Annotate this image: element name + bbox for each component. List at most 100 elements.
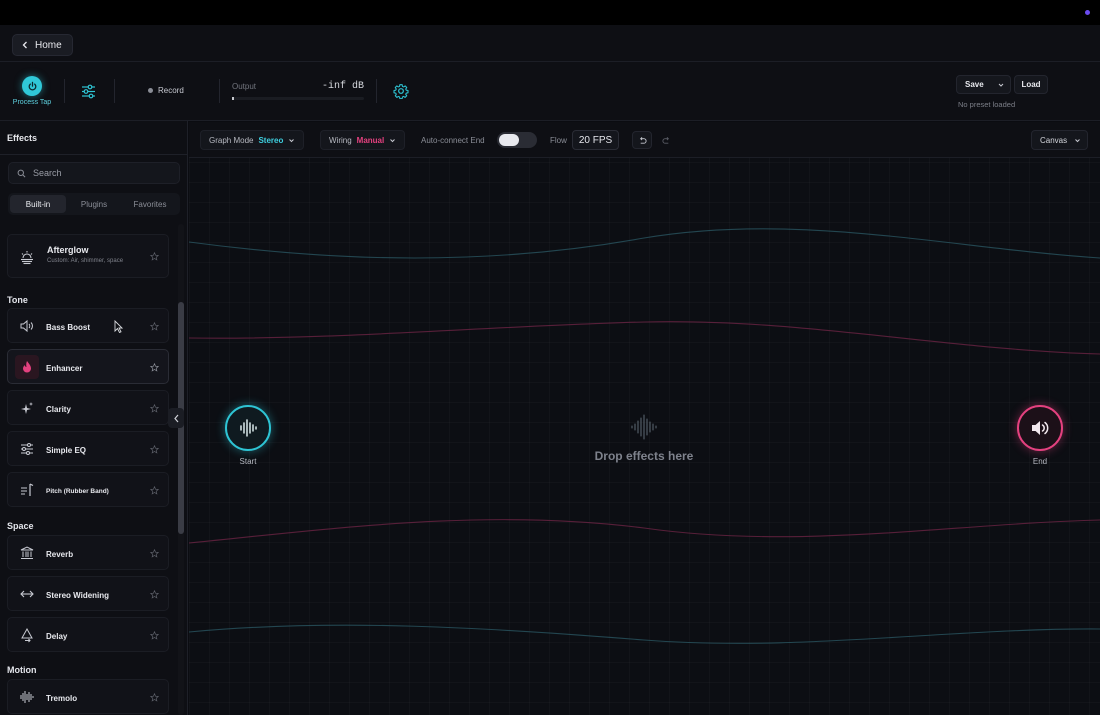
power-button[interactable] [22, 76, 42, 96]
collapse-sidebar-button[interactable] [168, 408, 184, 428]
drop-zone[interactable]: Drop effects here [569, 414, 719, 463]
star-icon[interactable] [150, 322, 159, 331]
status-dot [1085, 10, 1090, 15]
app-window: Home Process Tap Record Output -inf dB S… [0, 0, 1100, 715]
hall-icon [15, 541, 39, 565]
effect-card-delay[interactable]: Delay [7, 617, 169, 652]
pitch-icon [15, 478, 39, 502]
effect-card-reverb[interactable]: Reverb [7, 535, 169, 570]
wiring-label: Wiring [329, 135, 352, 145]
divider [376, 79, 377, 103]
star-icon[interactable] [150, 693, 159, 702]
redo-button[interactable] [656, 131, 676, 149]
record-dot-icon [148, 88, 153, 93]
effect-name: Tremolo [46, 694, 78, 703]
star-icon[interactable] [150, 631, 159, 640]
start-node-label: Start [239, 457, 257, 466]
mouse-cursor-icon [114, 320, 123, 333]
tab-plugins[interactable]: Plugins [66, 195, 122, 213]
record-button[interactable]: Record [148, 86, 184, 95]
eq-sliders-icon [15, 437, 39, 461]
toolbar: Process Tap Record Output -inf dB Save L… [0, 62, 1100, 121]
view-mode-label: Canvas [1040, 135, 1068, 145]
chevron-left-icon [22, 41, 27, 49]
save-button[interactable]: Save [956, 75, 1011, 94]
section-title-motion: Motion [7, 665, 37, 675]
section-title-space: Space [7, 521, 34, 531]
chevron-down-icon[interactable] [998, 82, 1004, 88]
search-box[interactable] [8, 162, 180, 184]
preset-buttons: Save Load [956, 75, 1048, 94]
wiring-value: Manual [356, 135, 385, 145]
arrows-horizontal-icon [15, 582, 39, 606]
auto-connect-label: Auto-connect End [421, 136, 485, 145]
star-icon[interactable] [150, 590, 159, 599]
sidebar-scrollbar[interactable] [178, 224, 184, 715]
effect-card-pitch[interactable]: Pitch (Rubber Band) [7, 472, 169, 507]
output-label: Output [232, 82, 257, 91]
tab-built-in[interactable]: Built-in [10, 195, 66, 213]
graph-canvas[interactable]: Graph Mode Stereo Wiring Manual Auto-con… [189, 122, 1100, 715]
effect-name: Enhancer [46, 364, 83, 373]
power-icon [28, 81, 36, 90]
star-icon[interactable] [150, 486, 159, 495]
toggle-knob [499, 134, 519, 146]
drop-hint: Drop effects here [594, 449, 694, 463]
end-node-circle[interactable] [1017, 405, 1063, 451]
effect-name: Bass Boost [46, 323, 91, 332]
load-label: Load [1021, 80, 1041, 89]
flow-fps-input[interactable]: 20 FPS [572, 130, 619, 150]
waveform-icon [631, 414, 657, 440]
chevron-down-icon [1075, 138, 1080, 142]
preset-status: No preset loaded [958, 100, 1016, 109]
graph-mode-value: Stereo [258, 135, 284, 145]
star-icon[interactable] [150, 363, 159, 372]
chevron-down-icon [390, 138, 396, 142]
mixer-sliders-icon[interactable] [80, 83, 97, 100]
output-meter-fill [232, 97, 234, 100]
home-button[interactable]: Home [12, 34, 73, 56]
effect-card-enhancer[interactable]: Enhancer [7, 349, 169, 384]
graph-mode-dropdown[interactable]: Graph Mode Stereo [200, 130, 305, 150]
output-meter-panel: Output -inf dB [232, 81, 366, 103]
effect-name: Simple EQ [46, 446, 87, 455]
waveform-icon [15, 685, 39, 709]
effect-card-stereo-widening[interactable]: Stereo Widening [7, 576, 169, 611]
start-node-circle[interactable] [225, 405, 271, 451]
effect-card-simple-eq[interactable]: Simple EQ [7, 431, 169, 466]
graph-mode-label: Graph Mode [209, 135, 254, 145]
effect-card-afterglow[interactable]: Afterglow Custom: Air, shimmer, space [7, 234, 169, 278]
effect-card-clarity[interactable]: Clarity [7, 390, 169, 425]
flame-icon [15, 355, 39, 379]
wiring-dropdown[interactable]: Wiring Manual [320, 130, 406, 150]
save-label: Save [965, 80, 984, 89]
chevron-down-icon [289, 138, 295, 142]
title-bar [0, 0, 1100, 25]
star-icon[interactable] [150, 404, 159, 413]
auto-connect-toggle[interactable] [497, 132, 537, 148]
effect-card-bass-boost[interactable]: Bass Boost [7, 308, 169, 343]
output-level-readout: -inf dB [321, 81, 364, 92]
star-icon[interactable] [150, 445, 159, 454]
view-mode-dropdown[interactable]: Canvas [1031, 130, 1088, 150]
sparkle-icon [15, 396, 39, 420]
undo-button[interactable] [632, 131, 652, 149]
afterglow-icon [15, 245, 39, 269]
effect-card-tremolo[interactable]: Tremolo [7, 679, 169, 714]
search-input[interactable] [33, 168, 173, 178]
star-icon[interactable] [150, 549, 159, 558]
search-icon [17, 169, 26, 177]
effects-source-tabs: Built-in Plugins Favorites [8, 193, 180, 215]
end-node[interactable]: End [1017, 405, 1063, 466]
load-button[interactable]: Load [1014, 75, 1048, 94]
speaker-icon [15, 314, 39, 338]
divider [114, 79, 115, 103]
effect-name: Stereo Widening [46, 591, 110, 600]
start-node[interactable]: Start [225, 405, 271, 466]
output-meter [232, 97, 364, 100]
gear-icon[interactable] [393, 83, 409, 99]
star-icon[interactable] [150, 252, 159, 261]
tab-favorites[interactable]: Favorites [122, 195, 178, 213]
effect-name: Reverb [46, 550, 74, 559]
process-tap-control[interactable]: Process Tap [8, 76, 56, 106]
